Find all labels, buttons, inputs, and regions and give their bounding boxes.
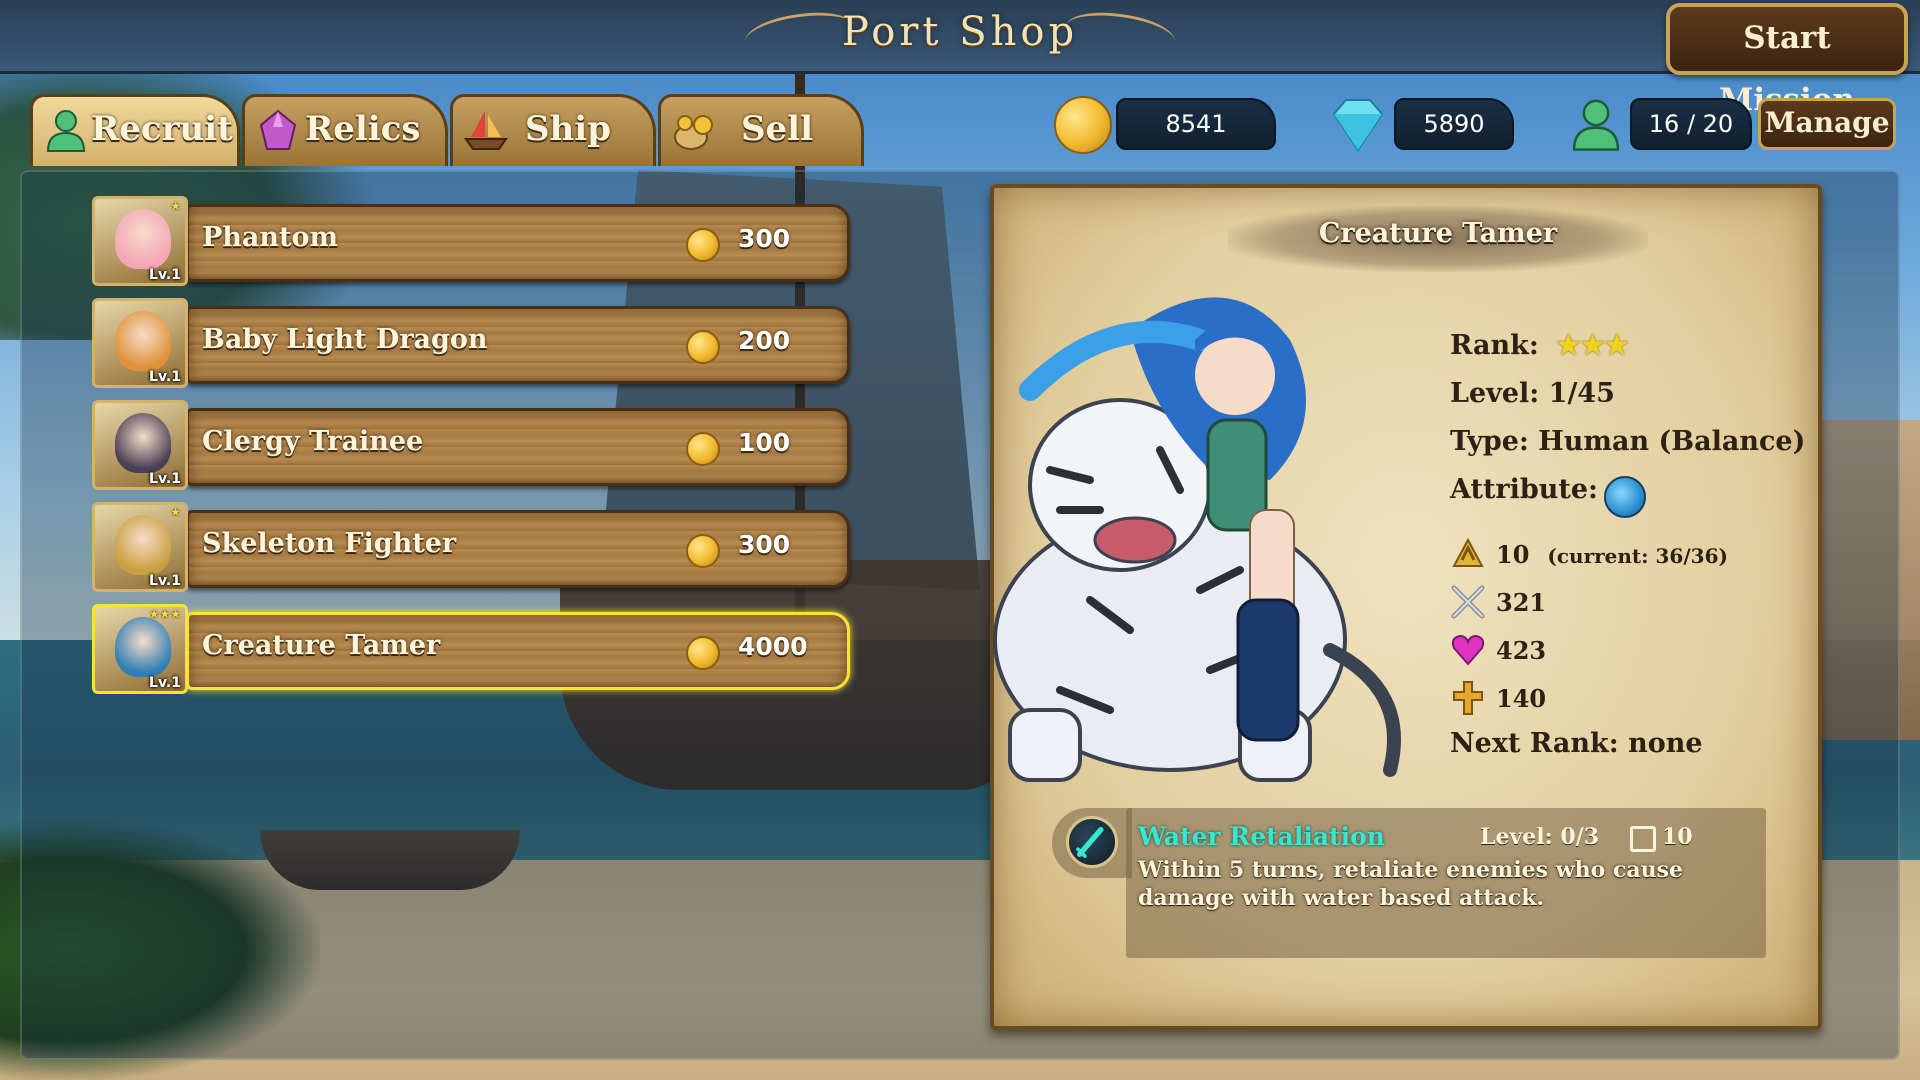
gold-coin-icon <box>686 432 720 466</box>
tab-ship-label: Ship <box>525 109 611 149</box>
tab-ship[interactable]: Ship <box>450 94 656 166</box>
rank-row: Rank: ★★★ <box>1450 330 1629 361</box>
list-item[interactable]: ★ Lv.1 Phantom 300 <box>92 196 854 286</box>
unit-stars: ★ <box>170 505 181 519</box>
gem-icon <box>1332 99 1384 152</box>
unit-portrait: ★★★ Lv.1 <box>92 604 188 694</box>
unit-level: Lv.1 <box>149 675 181 691</box>
heart-icon <box>1451 634 1485 666</box>
portrait-face <box>115 413 171 473</box>
list-item[interactable]: ★ Lv.1 Skeleton Fighter 300 <box>92 502 854 592</box>
tab-recruit[interactable]: Recruit <box>30 94 240 166</box>
cost-current: (current: 36/36) <box>1547 544 1728 568</box>
unit-portrait: Lv.1 <box>92 298 188 388</box>
defense-value: 140 <box>1496 684 1547 713</box>
party-counter: 16 / 20 <box>1630 98 1752 150</box>
start-mission-button[interactable]: Start Mission <box>1666 3 1908 118</box>
party-icon <box>1572 99 1620 151</box>
unit-price: 300 <box>738 224 791 253</box>
skill-name: Water Retaliation <box>1138 822 1385 851</box>
attribute-label: Attribute: <box>1450 474 1599 505</box>
unit-stars: ★★★ <box>148 607 181 621</box>
skill-level: Level: 0/3 <box>1480 824 1600 850</box>
portrait-face <box>115 617 171 677</box>
unit-level: Lv.1 <box>149 369 181 385</box>
unit-level: Lv.1 <box>149 573 181 589</box>
unit-stars: ★ <box>170 199 181 213</box>
page-title: Port Shop <box>841 9 1079 55</box>
skill-cooldown: 10 <box>1662 824 1693 850</box>
gold-coin-icon <box>1054 96 1112 154</box>
crossed-swords-icon <box>1451 585 1485 619</box>
water-sword-icon <box>1066 816 1118 868</box>
gold-counter: 8541 <box>1116 98 1276 150</box>
tab-sell[interactable]: Sell <box>658 94 864 166</box>
next-rank-text: Next Rank: none <box>1450 728 1703 759</box>
list-item[interactable]: Lv.1 Clergy Trainee 100 <box>92 400 854 490</box>
unit-portrait: ★ Lv.1 <box>92 196 188 286</box>
unit-level: Lv.1 <box>149 267 181 283</box>
ship-icon <box>464 111 508 150</box>
gold-coin-icon <box>686 330 720 364</box>
unit-price: 100 <box>738 428 791 457</box>
rank-label: Rank: <box>1450 330 1539 361</box>
gold-coin-icon <box>686 228 720 262</box>
gold-coin-icon <box>686 636 720 670</box>
unit-portrait: ★ Lv.1 <box>92 502 188 592</box>
manage-button[interactable]: Manage <box>1758 98 1896 150</box>
cross-icon <box>1453 681 1483 715</box>
list-item[interactable]: Lv.1 Baby Light Dragon 200 <box>92 298 854 388</box>
rank-stars: ★★★ <box>1556 330 1629 361</box>
portrait-face <box>115 515 171 575</box>
skill-description: Within 5 turns, retaliate enemies who ca… <box>1138 857 1684 911</box>
unit-price: 4000 <box>738 632 808 661</box>
hp-value: 423 <box>1496 636 1547 665</box>
tab-recruit-label: Recruit <box>91 109 233 149</box>
type-text: Type: Human (Balance) <box>1450 426 1806 457</box>
portrait-face <box>115 311 171 371</box>
attack-value: 321 <box>1496 588 1547 617</box>
recruit-person-icon <box>46 110 86 152</box>
detail-unit-name: Creature Tamer <box>1318 218 1558 249</box>
cost-value: 10 <box>1496 540 1530 569</box>
gem-counter: 5890 <box>1394 98 1514 150</box>
unit-price: 200 <box>738 326 791 355</box>
hourglass-icon <box>1630 826 1656 852</box>
level-text: Level: 1/45 <box>1450 378 1615 409</box>
gold-coin-icon <box>686 534 720 568</box>
crystal-icon <box>259 109 297 150</box>
unit-portrait: Lv.1 <box>92 400 188 490</box>
unit-price: 300 <box>738 530 791 559</box>
coin-sack-icon <box>674 115 713 150</box>
hero-artwork <box>993 297 1401 782</box>
list-item-selected[interactable]: ★★★ Lv.1 Creature Tamer 4000 <box>92 604 854 694</box>
water-orb-icon <box>1604 476 1646 518</box>
unit-name: Baby Light Dragon <box>202 324 488 355</box>
tab-relics[interactable]: Relics <box>242 94 448 166</box>
tab-relics-label: Relics <box>305 109 421 149</box>
tab-sell-label: Sell <box>741 109 814 149</box>
unit-name: Skeleton Fighter <box>202 528 457 559</box>
unit-name: Phantom <box>202 222 339 253</box>
unit-name: Clergy Trainee <box>202 426 424 457</box>
portrait-face <box>115 209 171 269</box>
unit-level: Lv.1 <box>149 471 181 487</box>
cost-icon <box>1452 537 1484 567</box>
unit-name: Creature Tamer <box>202 630 441 661</box>
